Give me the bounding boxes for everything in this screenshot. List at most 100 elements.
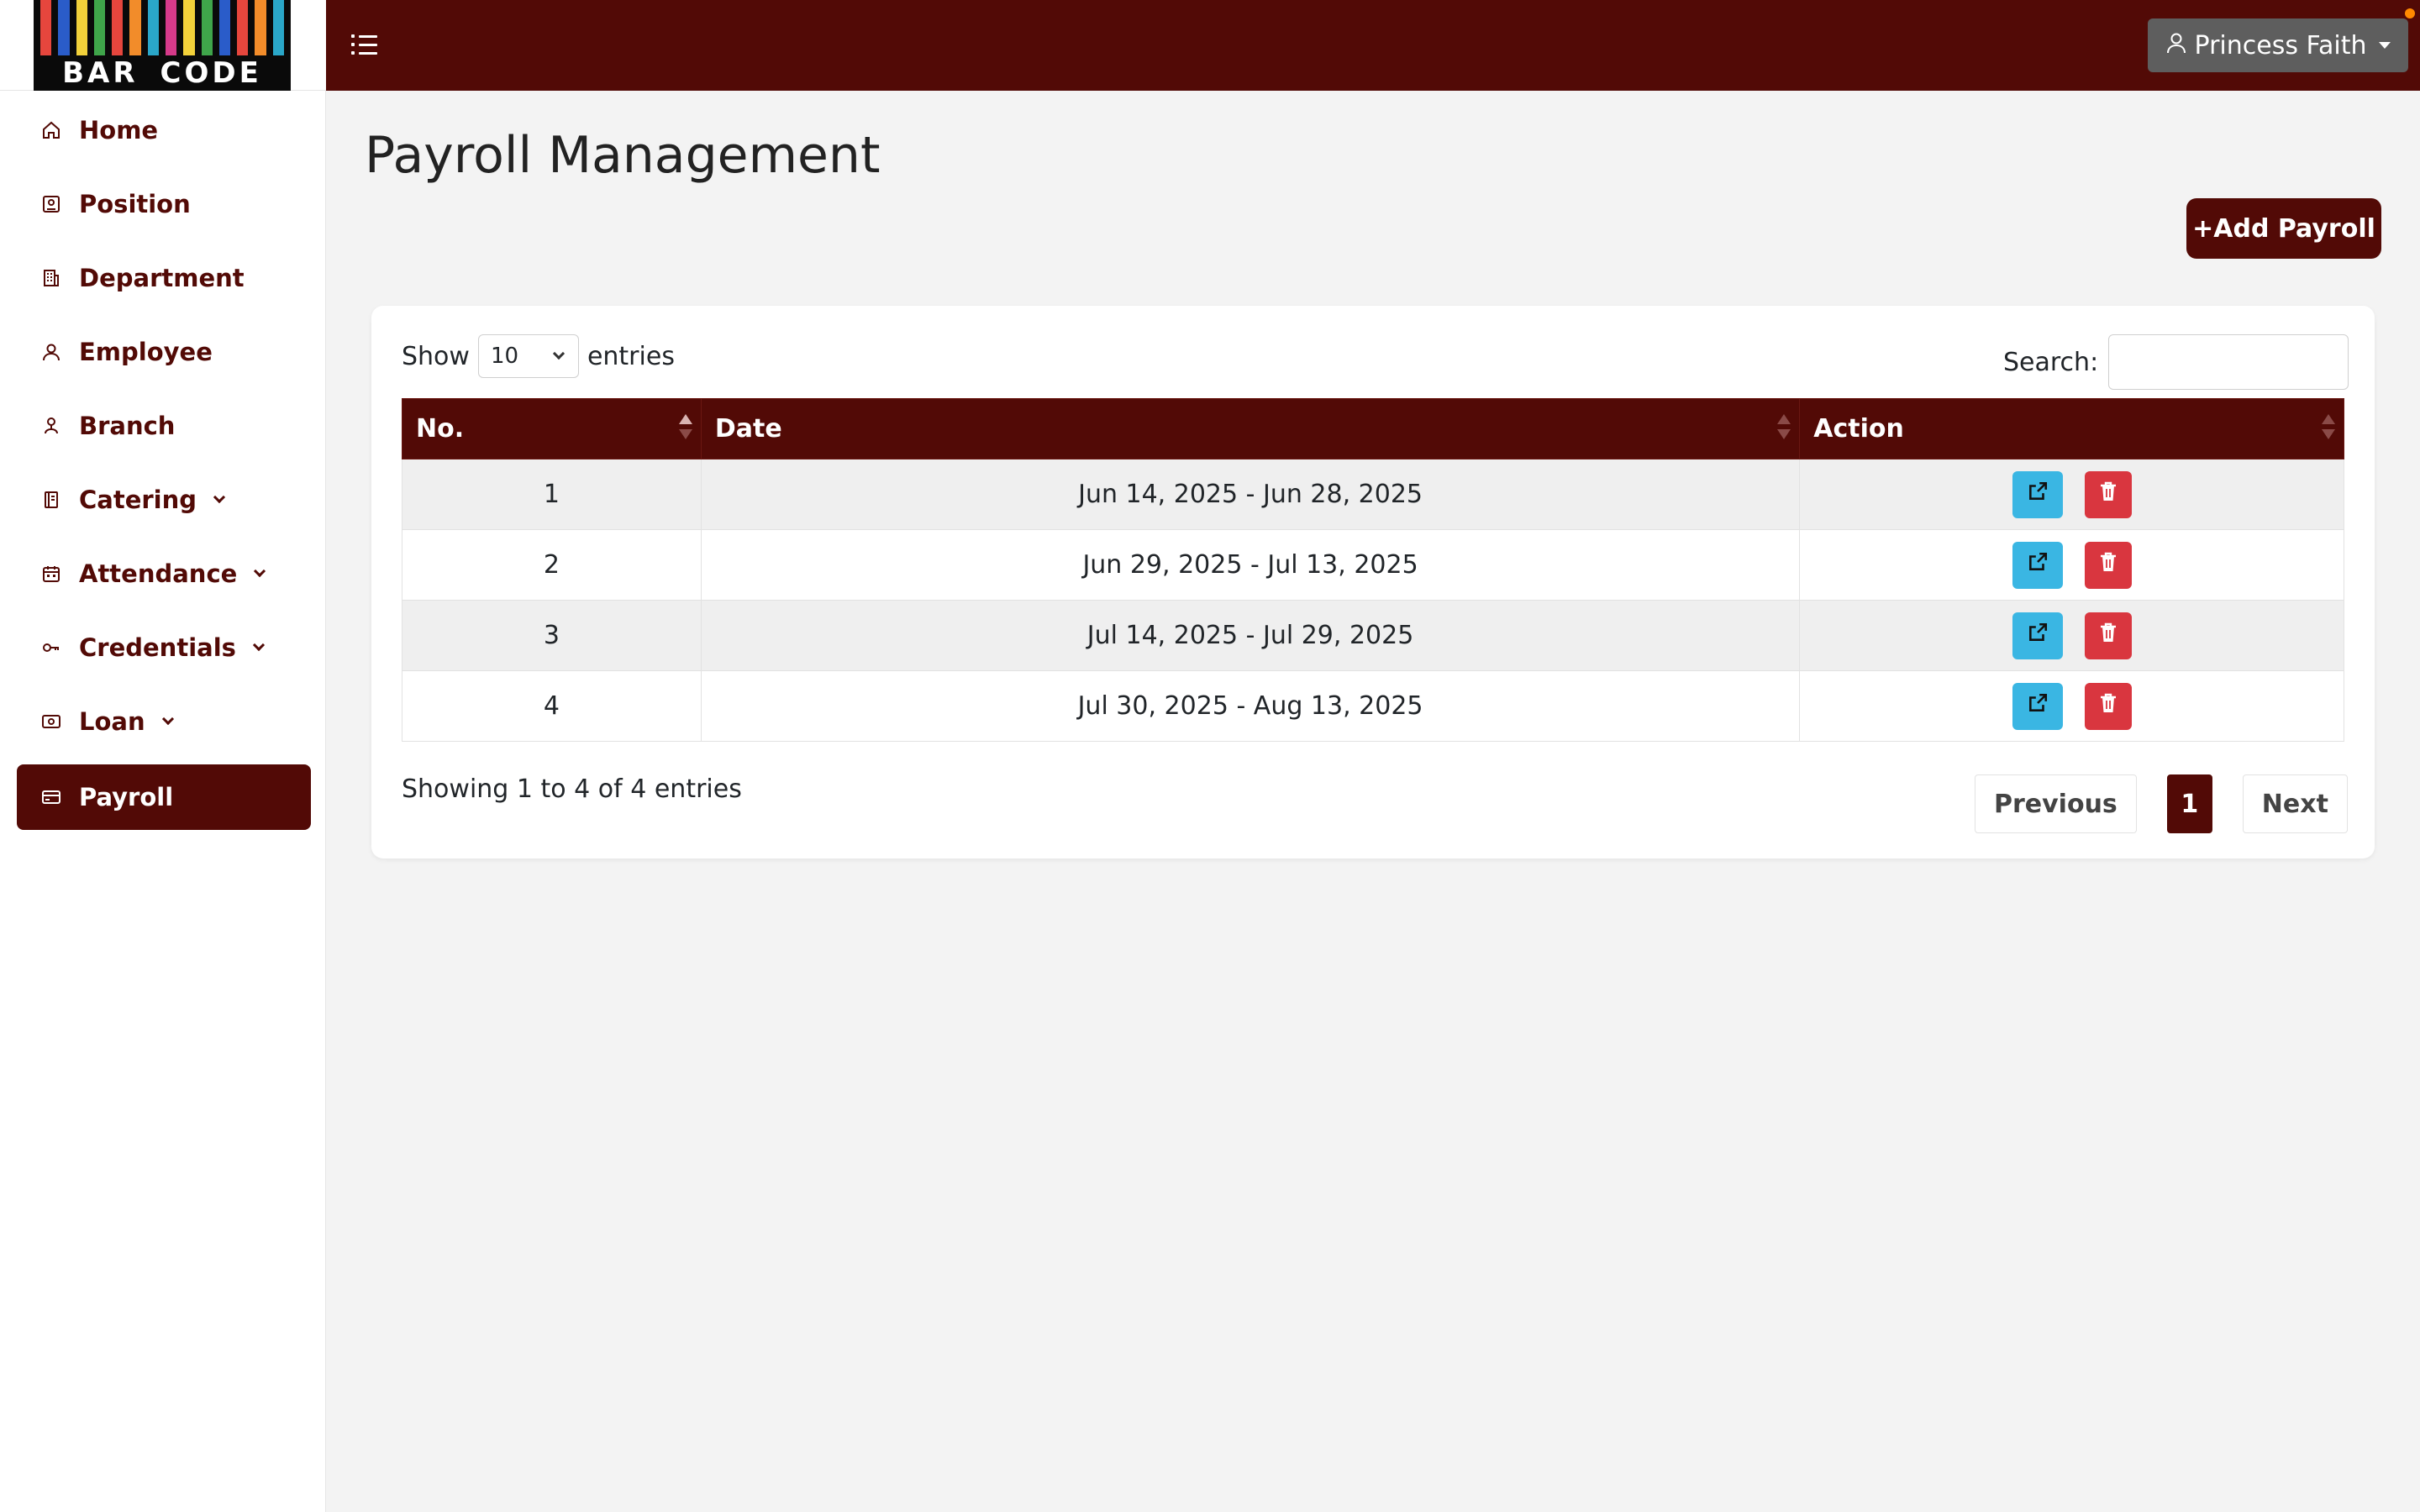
page-title: Payroll Management (365, 126, 881, 185)
sidebar-item-loan[interactable]: Loan (17, 689, 311, 754)
person-icon (2166, 31, 2186, 60)
sort-icon (678, 414, 692, 444)
column-header-no[interactable]: No. (402, 398, 702, 459)
entries-select-value: 10 (490, 344, 519, 369)
logo-stripe (147, 0, 159, 55)
previous-page-button[interactable]: Previous (1975, 774, 2137, 833)
cell-no: 2 (402, 529, 702, 601)
chevron-down-icon (213, 491, 226, 504)
sidebar-item-attendance[interactable]: Attendance (17, 541, 311, 606)
view-payroll-button[interactable] (2012, 541, 2063, 589)
cell-date: Jul 30, 2025 - Aug 13, 2025 (700, 670, 1801, 742)
logo-word-bar: BAR (57, 56, 144, 90)
logo-stripe (129, 0, 141, 55)
cell-action (1799, 670, 2344, 742)
external-link-icon (2027, 691, 2049, 721)
sidebar-item-position[interactable]: Position (17, 171, 311, 237)
user-name: Princess Faith (2194, 30, 2367, 60)
sidebar-item-branch[interactable]: Branch (17, 393, 311, 459)
logo-stripe (93, 0, 106, 55)
delete-payroll-button[interactable] (2084, 612, 2132, 659)
cell-date: Jun 29, 2025 - Jul 13, 2025 (700, 529, 1801, 601)
logo-stripe (218, 0, 231, 55)
cell-action (1799, 459, 2344, 530)
delete-payroll-button[interactable] (2084, 682, 2132, 730)
page-1-button[interactable]: 1 (2166, 774, 2212, 833)
card-icon (40, 786, 62, 808)
view-payroll-button[interactable] (2012, 682, 2063, 730)
view-payroll-button[interactable] (2012, 470, 2063, 518)
search-label: Search: (2003, 347, 2099, 377)
user-dropdown-button[interactable]: Princess Faith (2148, 18, 2408, 72)
sidebar-item-label: Department (79, 264, 245, 292)
logo-stripe (201, 0, 213, 55)
home-icon (40, 119, 62, 141)
table-info: Showing 1 to 4 of 4 entries (402, 774, 742, 804)
logo-text: BAR CODE (34, 55, 291, 91)
cell-no: 4 (402, 670, 702, 742)
barcode-logo[interactable]: BAR CODE (34, 0, 291, 91)
sidebar-item-label: Payroll (79, 783, 174, 811)
caret-down-icon (2378, 42, 2391, 49)
add-payroll-button[interactable]: +Add Payroll (2186, 198, 2381, 259)
sidebar-item-home[interactable]: Home (17, 97, 311, 163)
sidebar-item-label: Home (79, 116, 159, 144)
column-header-label: No. (416, 414, 465, 444)
entries-label: entries (587, 341, 675, 371)
payroll-table: No. Date Action 1 Jun 14, 2025 - Jun 28, … (402, 398, 2344, 742)
chevron-down-icon (254, 564, 266, 578)
logo-stripe (76, 0, 87, 55)
column-header-label: Action (1813, 414, 1904, 444)
cash-icon (40, 711, 62, 732)
sidebar-toggle-list-icon[interactable] (351, 30, 380, 59)
sidebar-item-credentials[interactable]: Credentials (17, 615, 311, 680)
entries-length-control: Show 10 entries (402, 334, 675, 378)
external-link-icon (2027, 621, 2049, 650)
sidebar-item-label: Credentials (79, 633, 236, 662)
logo-stripe (272, 0, 284, 55)
branch-icon (40, 415, 62, 437)
sort-icon (1777, 414, 1791, 444)
sidebar-item-label: Loan (79, 707, 145, 736)
delete-payroll-button[interactable] (2084, 541, 2132, 589)
column-header-date[interactable]: Date (700, 398, 1801, 459)
column-header-action[interactable]: Action (1799, 398, 2344, 459)
sidebar-item-catering[interactable]: Catering (17, 467, 311, 533)
cell-action (1799, 529, 2344, 601)
column-header-label: Date (714, 414, 782, 444)
table-row: 2 Jun 29, 2025 - Jul 13, 2025 (402, 529, 2344, 601)
entries-select[interactable]: 10 (477, 334, 579, 378)
cell-date: Jun 14, 2025 - Jun 28, 2025 (700, 459, 1801, 530)
table-header-row: No. Date Action (402, 398, 2344, 459)
sidebar-item-payroll[interactable]: Payroll (17, 764, 311, 830)
trash-icon (2098, 621, 2118, 650)
trash-icon (2098, 480, 2118, 509)
sidebar-item-label: Branch (79, 412, 176, 440)
table-row: 1 Jun 14, 2025 - Jun 28, 2025 (402, 459, 2344, 530)
external-link-icon (2027, 480, 2049, 509)
show-label: Show (402, 341, 470, 371)
search-input[interactable] (2108, 334, 2349, 390)
next-page-button[interactable]: Next (2242, 774, 2348, 833)
chevron-down-icon (252, 638, 265, 652)
notification-dot (2405, 8, 2415, 18)
sidebar-item-label: Catering (79, 486, 197, 514)
cell-no: 3 (402, 600, 702, 671)
key-icon (40, 637, 62, 659)
delete-payroll-button[interactable] (2084, 470, 2132, 518)
badge-icon (40, 193, 62, 215)
cell-date: Jul 14, 2025 - Jul 29, 2025 (700, 600, 1801, 671)
sidebar-item-label: Employee (79, 338, 213, 366)
logo-stripe (112, 0, 124, 55)
logo-stripe (183, 0, 195, 55)
menu-book-icon (40, 489, 62, 511)
logo-container[interactable]: BAR CODE (0, 0, 326, 91)
sidebar-item-employee[interactable]: Employee (17, 319, 311, 385)
search-control: Search: (2003, 334, 2349, 390)
table-row: 3 Jul 14, 2025 - Jul 29, 2025 (402, 600, 2344, 671)
logo-stripe (255, 0, 266, 55)
logo-stripes (40, 0, 284, 55)
sidebar-item-department[interactable]: Department (17, 245, 311, 311)
view-payroll-button[interactable] (2012, 612, 2063, 659)
logo-stripe (165, 0, 177, 55)
